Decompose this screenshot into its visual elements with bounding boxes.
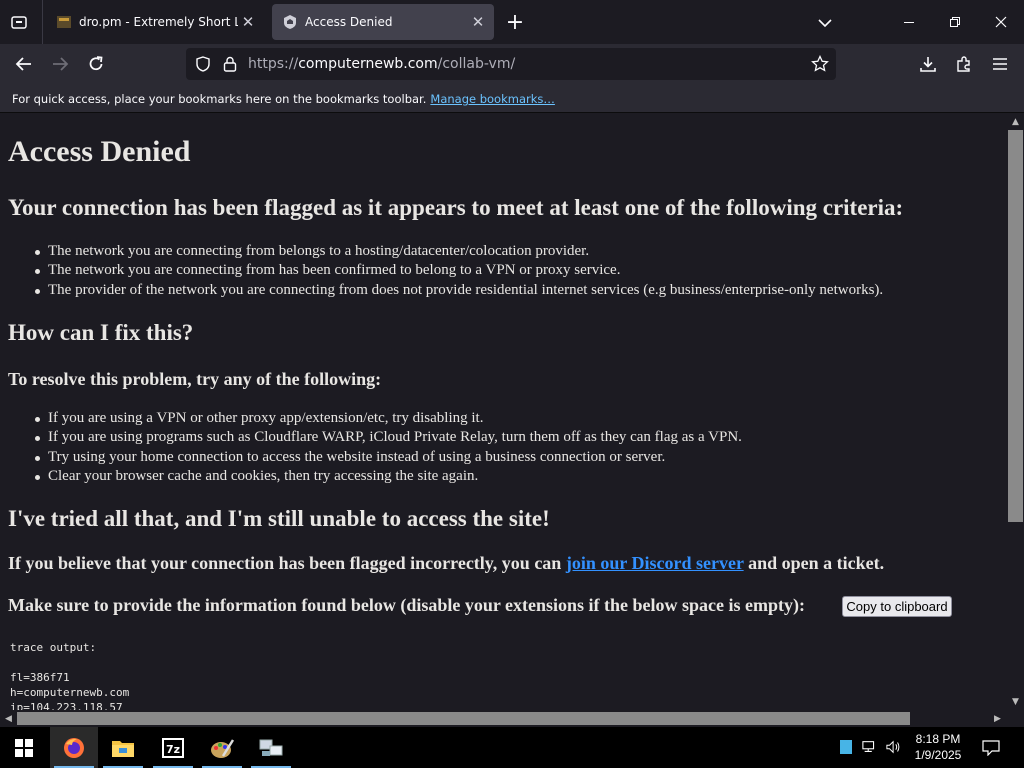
network-icon[interactable] (862, 739, 878, 755)
scroll-right-arrow-icon[interactable]: ▶ (990, 710, 1005, 727)
start-button[interactable] (0, 727, 48, 768)
file-explorer-icon[interactable] (99, 727, 147, 768)
7zip-icon[interactable]: 7z (149, 727, 197, 768)
criteria-list: The network you are connecting from belo… (34, 243, 883, 301)
scrollbar-corner (1007, 710, 1024, 727)
trace-output: trace output: fl=386f71 h=computernewb.c… (10, 641, 130, 710)
bookmarks-hint: For quick access, place your bookmarks h… (12, 92, 555, 106)
list-item: The provider of the network you are conn… (34, 282, 883, 301)
firefox-view-icon[interactable] (8, 11, 30, 33)
forward-button[interactable] (46, 50, 74, 78)
shield-icon[interactable] (195, 56, 211, 76)
list-item: Clear your browser cache and cookies, th… (35, 468, 742, 487)
lock-icon[interactable] (222, 55, 238, 77)
page-title: Access Denied (8, 135, 191, 168)
url-domain: computernewb.com (298, 56, 438, 72)
resolve-heading: To resolve this problem, try any of the … (8, 369, 382, 389)
scroll-down-arrow-icon[interactable]: ▼ (1007, 694, 1024, 709)
url-path: /collab-vm/ (437, 56, 516, 72)
incorrect-prefix: If you believe that your connection has … (8, 553, 562, 573)
new-tab-button[interactable]: + (504, 10, 526, 35)
flagged-incorrectly-text: If you believe that your connection has … (8, 553, 884, 574)
tab-dro-pm[interactable]: dro.pm - Extremely Short Links ✕ (46, 4, 264, 40)
windows-taskbar: 7z 8:18 PM 1/9/2025 (0, 727, 1024, 768)
reload-button[interactable] (82, 50, 110, 78)
tab-strip: dro.pm - Extremely Short Links ✕ Access … (0, 0, 1024, 44)
tab-access-denied[interactable]: Access Denied ✕ (272, 4, 494, 40)
list-item: If you are using programs such as Cloudf… (35, 429, 742, 448)
close-window-button[interactable] (978, 0, 1024, 44)
vertical-scroll-thumb[interactable] (1008, 130, 1023, 522)
url-scheme: https:// (248, 56, 299, 72)
incorrect-suffix: and open a ticket. (748, 553, 885, 573)
url-text[interactable]: https://computernewb.com/collab-vm/ (248, 56, 515, 72)
flagged-heading: Your connection has been flagged as it a… (8, 195, 904, 220)
discord-link[interactable]: join our Discord server (566, 553, 744, 573)
scroll-left-arrow-icon[interactable]: ◀ (1, 710, 16, 727)
minimize-button[interactable] (886, 0, 932, 44)
fix-heading: How can I fix this? (8, 320, 194, 345)
firefox-icon[interactable] (50, 727, 98, 768)
list-item: If you are using a VPN or other proxy ap… (35, 410, 742, 429)
tray-app-icon[interactable] (838, 739, 854, 755)
provide-info-text: Make sure to provide the information fou… (8, 595, 806, 615)
system-clock[interactable]: 8:18 PM 1/9/2025 (906, 731, 970, 763)
scroll-up-arrow-icon[interactable]: ▲ (1007, 114, 1024, 129)
tab-title: Access Denied (305, 15, 393, 29)
restore-button[interactable] (932, 0, 978, 44)
still-unable-heading: I've tried all that, and I'm still unabl… (8, 506, 550, 531)
svg-text:7z: 7z (166, 743, 180, 756)
list-item: The network you are connecting from has … (34, 262, 883, 281)
back-button[interactable] (10, 50, 38, 78)
bookmarks-hint-text: For quick access, place your bookmarks h… (12, 92, 427, 106)
close-tab-icon[interactable]: ✕ (238, 12, 258, 32)
vertical-scrollbar[interactable]: ▲ ▼ (1007, 113, 1024, 710)
fixes-list: If you are using a VPN or other proxy ap… (35, 410, 742, 487)
notification-center-icon[interactable] (980, 737, 1002, 759)
manage-bookmarks-link[interactable]: Manage bookmarks… (430, 92, 555, 106)
site-favicon-icon (282, 14, 298, 30)
chevron-down-icon[interactable] (814, 12, 836, 34)
menu-icon[interactable] (986, 50, 1014, 78)
tab-title: dro.pm - Extremely Short Links (79, 15, 238, 29)
close-tab-icon[interactable]: ✕ (468, 12, 488, 32)
copy-to-clipboard-button[interactable]: Copy to clipboard (842, 596, 952, 617)
clock-time: 8:18 PM (915, 732, 961, 746)
network-utility-icon[interactable] (247, 727, 295, 768)
clock-date: 1/9/2025 (914, 748, 962, 762)
address-bar[interactable]: https://computernewb.com/collab-vm/ (186, 48, 836, 80)
horizontal-scrollbar[interactable]: ◀ ▶ (0, 710, 1007, 727)
list-item: The network you are connecting from belo… (34, 243, 883, 262)
page-content: Access Denied Your connection has been f… (0, 113, 1007, 710)
volume-icon[interactable] (886, 739, 902, 755)
extensions-icon[interactable] (950, 50, 978, 78)
bookmark-star-icon[interactable] (811, 54, 829, 77)
bookmarks-toolbar: For quick access, place your bookmarks h… (0, 84, 1024, 113)
navigation-toolbar: https://computernewb.com/collab-vm/ (0, 44, 1024, 84)
tab-strip-divider (42, 0, 43, 44)
paint-icon[interactable] (198, 727, 246, 768)
list-item: Try using your home connection to access… (35, 449, 742, 468)
downloads-icon[interactable] (914, 50, 942, 78)
horizontal-scroll-thumb[interactable] (17, 712, 910, 725)
dro-pm-favicon-icon (56, 14, 72, 30)
